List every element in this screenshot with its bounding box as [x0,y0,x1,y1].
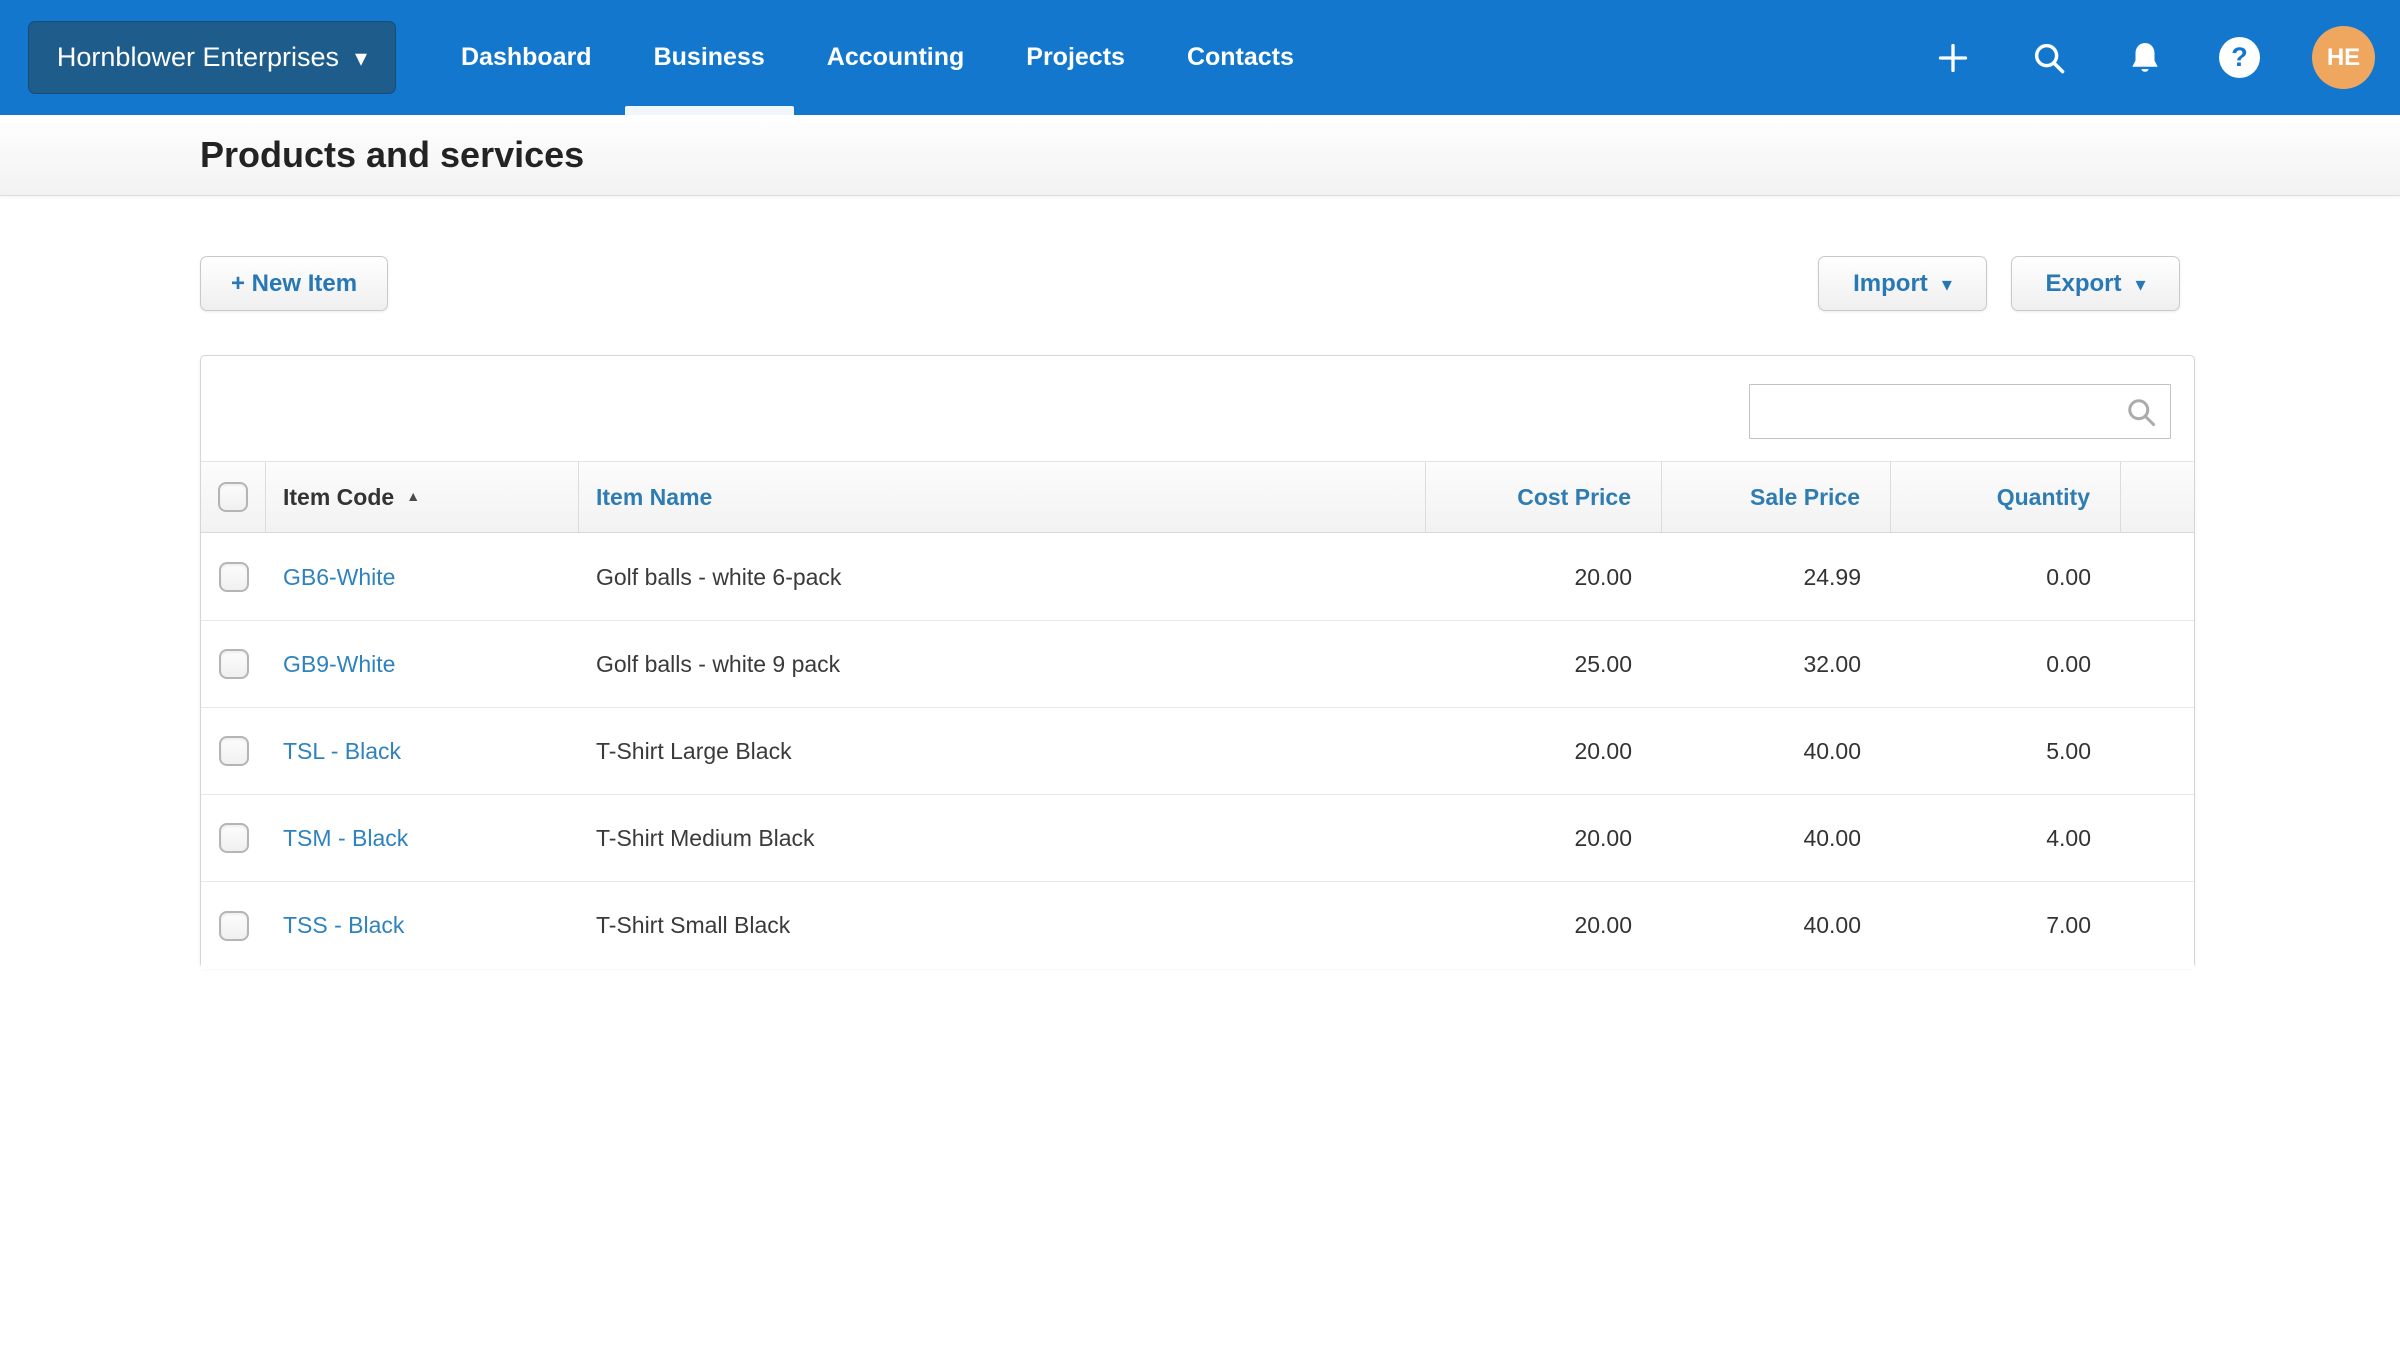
row-checkbox[interactable] [219,649,249,679]
column-header-cost-price[interactable]: Cost Price [1426,462,1662,532]
import-export-toolbar: Import Export [1818,256,2180,311]
cost-price-value: 20.00 [1574,825,1632,852]
items-table-card: Item Code Item Name Cost Price Sale Pric… [200,355,2195,968]
sale-price-value: 32.00 [1803,651,1861,678]
cost-price-value: 20.00 [1574,564,1632,591]
nav-item-projects[interactable]: Projects [995,0,1156,115]
page-header: Products and services [0,115,2400,196]
column-header-item-code[interactable]: Item Code [266,462,579,532]
nav-item-accounting[interactable]: Accounting [796,0,996,115]
chevron-down-icon [2135,270,2145,298]
nav-item-contacts[interactable]: Contacts [1156,0,1325,115]
column-header-sale-price[interactable]: Sale Price [1662,462,1891,532]
app-window: Hornblower Enterprises Dashboard Busines… [0,0,2400,1350]
item-code-link[interactable]: TSM - Black [283,825,408,852]
nav-item-dashboard[interactable]: Dashboard [430,0,623,115]
table-search-input[interactable] [1749,384,2171,439]
notifications-bell-icon[interactable] [2123,36,2167,80]
nav-item-business[interactable]: Business [623,0,796,115]
cost-price-value: 25.00 [1574,651,1632,678]
help-icon[interactable]: ? [2219,37,2260,78]
item-code-link[interactable]: TSL - Black [283,738,401,765]
row-checkbox[interactable] [219,736,249,766]
sale-price-value: 40.00 [1803,738,1861,765]
cost-price-value: 20.00 [1574,738,1632,765]
quantity-value: 0.00 [2046,564,2091,591]
item-name: T-Shirt Large Black [596,738,792,765]
quantity-value: 7.00 [2046,912,2091,939]
column-header-quantity[interactable]: Quantity [1891,462,2121,532]
cost-price-value: 20.00 [1574,912,1632,939]
quantity-value: 0.00 [2046,651,2091,678]
topbar-actions: ? HE [1931,0,2375,115]
avatar[interactable]: HE [2312,26,2375,89]
organisation-name: Hornblower Enterprises [57,42,339,73]
column-header-item-name[interactable]: Item Name [579,462,1426,532]
table-row[interactable]: TSL - Black T-Shirt Large Black 20.00 40… [201,708,2194,795]
new-item-button[interactable]: + New Item [200,256,388,311]
row-checkbox[interactable] [219,562,249,592]
table-body: GB6-White Golf balls - white 6-pack 20.0… [201,534,2194,969]
column-header-spacer [2121,462,2194,532]
item-name: T-Shirt Medium Black [596,825,815,852]
item-code-link[interactable]: TSS - Black [283,912,404,939]
organisation-menu-button[interactable]: Hornblower Enterprises [28,21,396,94]
table-header-row: Item Code Item Name Cost Price Sale Pric… [201,461,2194,533]
page-title: Products and services [200,134,584,176]
item-name: T-Shirt Small Black [596,912,790,939]
import-button[interactable]: Import [1818,256,1987,311]
select-all-checkbox[interactable] [218,482,248,512]
row-checkbox[interactable] [219,823,249,853]
quantity-value: 4.00 [2046,825,2091,852]
search-icon[interactable] [2027,36,2071,80]
table-row[interactable]: TSM - Black T-Shirt Medium Black 20.00 4… [201,795,2194,882]
sort-ascending-icon [406,488,420,506]
sale-price-value: 24.99 [1803,564,1861,591]
sale-price-value: 40.00 [1803,825,1861,852]
avatar-initials: HE [2327,44,2360,72]
main-navigation: Dashboard Business Accounting Projects C… [430,0,1325,115]
item-code-link[interactable]: GB9-White [283,651,395,678]
item-name: Golf balls - white 9 pack [596,651,840,678]
table-row[interactable]: TSS - Black T-Shirt Small Black 20.00 40… [201,882,2194,969]
table-search [1749,384,2171,439]
chevron-down-icon [355,42,367,73]
table-row[interactable]: GB6-White Golf balls - white 6-pack 20.0… [201,534,2194,621]
table-row[interactable]: GB9-White Golf balls - white 9 pack 25.0… [201,621,2194,708]
chevron-down-icon [1942,270,1952,298]
item-name: Golf balls - white 6-pack [596,564,841,591]
top-navigation-bar: Hornblower Enterprises Dashboard Busines… [0,0,2400,115]
export-button[interactable]: Export [2011,256,2180,311]
quantity-value: 5.00 [2046,738,2091,765]
sale-price-value: 40.00 [1803,912,1861,939]
item-code-link[interactable]: GB6-White [283,564,395,591]
row-checkbox[interactable] [219,911,249,941]
plus-icon[interactable] [1931,36,1975,80]
